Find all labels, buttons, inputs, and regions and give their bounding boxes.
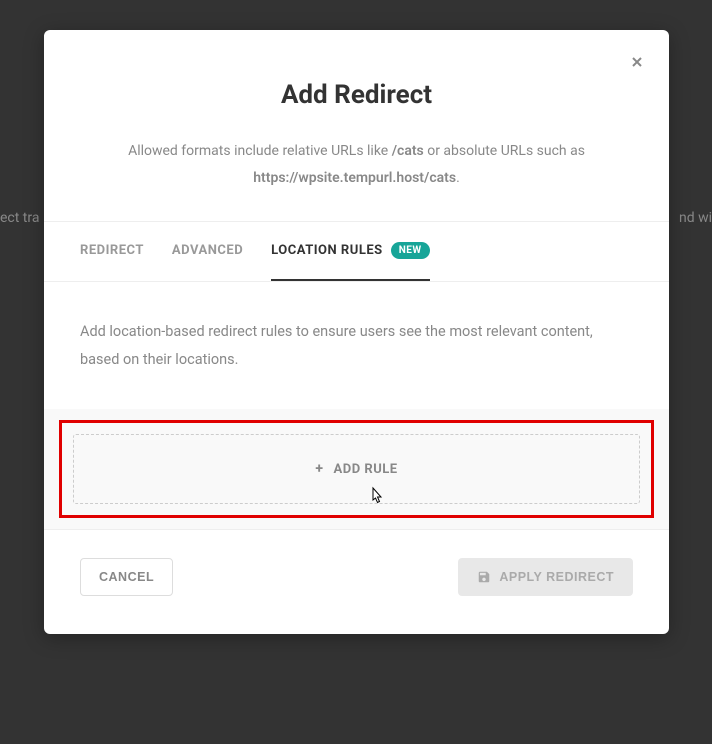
tabs-container: REDIRECT ADVANCED LOCATION RULES NEW: [44, 222, 669, 282]
background-text-left: ect tra: [0, 210, 39, 226]
close-icon: [629, 54, 645, 70]
close-button[interactable]: [627, 52, 647, 72]
subtitle-bold-1: /cats: [392, 143, 424, 159]
highlight-box: + ADD RULE: [59, 420, 654, 518]
tab-content: Add location-based redirect rules to ens…: [44, 282, 669, 409]
modal-title: Add Redirect: [84, 80, 629, 110]
add-rule-label: ADD RULE: [334, 462, 398, 477]
cancel-button[interactable]: CANCEL: [80, 558, 173, 596]
tab-advanced[interactable]: ADVANCED: [172, 222, 243, 281]
apply-redirect-label: APPLY REDIRECT: [499, 570, 614, 584]
background-text-right: nd wi: [679, 210, 712, 226]
save-icon: [477, 570, 491, 584]
plus-icon: +: [315, 461, 323, 477]
add-redirect-modal: Add Redirect Allowed formats include rel…: [44, 30, 669, 634]
modal-header: Add Redirect Allowed formats include rel…: [44, 30, 669, 222]
tab-location-rules[interactable]: LOCATION RULES NEW: [271, 222, 429, 281]
tab-redirect[interactable]: REDIRECT: [80, 222, 144, 281]
modal-subtitle: Allowed formats include relative URLs li…: [84, 138, 629, 191]
tab-location-rules-label: LOCATION RULES: [271, 243, 383, 258]
new-badge: NEW: [391, 242, 430, 259]
add-rule-button[interactable]: + ADD RULE: [73, 434, 640, 504]
subtitle-mid: or absolute URLs such as: [424, 143, 585, 159]
rule-section: + ADD RULE: [44, 409, 669, 529]
subtitle-bold-2: https://wpsite.tempurl.host/cats: [253, 170, 456, 186]
subtitle-suffix: .: [456, 170, 460, 186]
apply-redirect-button[interactable]: APPLY REDIRECT: [458, 558, 633, 596]
modal-footer: CANCEL APPLY REDIRECT: [44, 529, 669, 634]
subtitle-prefix: Allowed formats include relative URLs li…: [128, 143, 392, 159]
location-rules-description: Add location-based redirect rules to ens…: [80, 318, 633, 373]
